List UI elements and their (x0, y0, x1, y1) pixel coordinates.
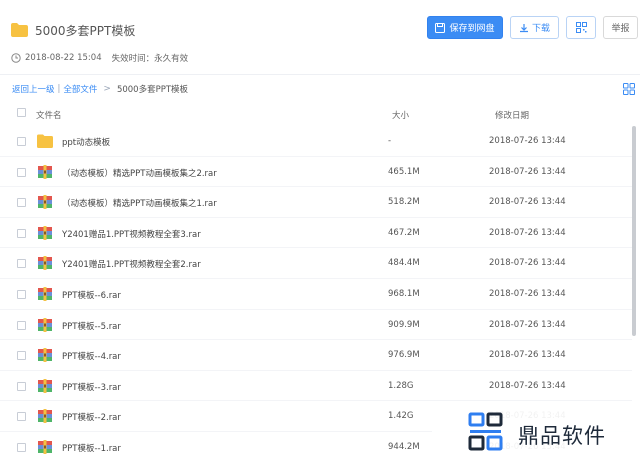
file-row[interactable]: Y2401赠品1.PPT视频教程全套3.rar 467.2M 2018-07-26 … (0, 218, 632, 249)
breadcrumb-current: 5000多套PPT模板 (116, 85, 189, 95)
share-title: 5000多套PPT模板 (35, 24, 136, 38)
row-checkbox[interactable] (17, 259, 26, 269)
rar-archive-icon (38, 225, 52, 240)
file-row[interactable]: PPT模板--6.rar 968.1M 2018-07-26 13:44 (0, 279, 632, 310)
row-checkbox[interactable] (17, 443, 26, 452)
file-modified-date: 2018-07-26 13:44 (489, 197, 566, 208)
file-modified-date: 2018-07-26 13:44 (489, 166, 566, 177)
breadcrumb: 返回上一级 | 全部文件 > 5000多套PPT模板 (12, 83, 188, 95)
file-name[interactable]: PPT模板--6.rar (62, 289, 121, 301)
file-size: 1.42G (388, 411, 414, 422)
download-icon (519, 23, 528, 32)
report-button[interactable]: 举报 (603, 16, 638, 39)
file-size: - (388, 136, 392, 146)
file-size: 484.4M (388, 258, 420, 269)
row-checkbox[interactable] (17, 412, 26, 422)
rar-archive-icon (38, 317, 52, 332)
file-name[interactable]: ppt动态模板 (62, 136, 110, 148)
row-checkbox[interactable] (17, 167, 26, 177)
file-size: 976.9M (388, 350, 420, 361)
file-table-header: 文件名 大小 修改日期 (0, 103, 640, 125)
file-row[interactable]: Y2401赠品1.PPT视频教程全套2.rar 484.4M 2018-07-26 … (0, 248, 632, 279)
save-icon (435, 22, 446, 33)
file-name[interactable]: Y2401赠品1.PPT视频教程全套3.rar (62, 228, 201, 240)
rar-archive-icon (38, 164, 52, 179)
folder-icon (37, 134, 53, 148)
clock-icon (11, 53, 21, 63)
all-files-link[interactable]: 全部文件 (63, 83, 97, 95)
file-modified-date: 2018-07-26 13:44 (489, 380, 566, 391)
watermark-logo-icon (468, 412, 503, 451)
file-modified-date: 2018-07-26 13:44 (489, 319, 566, 330)
row-checkbox[interactable] (17, 351, 26, 361)
folder-icon (11, 23, 28, 37)
file-modified-date: 2018-07-26 13:44 (489, 289, 566, 299)
rar-archive-icon (38, 287, 52, 301)
file-size: 909.9M (388, 319, 420, 330)
watermark-text: 鼎品软件 (518, 424, 606, 448)
select-all-checkbox[interactable] (17, 108, 26, 117)
rar-archive-icon (38, 440, 52, 454)
rar-archive-icon (38, 348, 52, 363)
file-name[interactable]: （动态模板）精选PPT动画模板集之1.rar (62, 197, 217, 209)
file-modified-date: 2018-07-26 13:44 (489, 258, 566, 269)
file-modified-date: 2018-07-26 13:44 (489, 350, 566, 361)
file-name[interactable]: Y2401赠品1.PPT视频教程全套2.rar (62, 258, 201, 270)
file-name[interactable]: PPT模板--1.rar (62, 442, 121, 454)
file-name[interactable]: PPT模板--2.rar (62, 411, 121, 423)
breadcrumb-arrow: > (103, 84, 111, 94)
watermark: 鼎品软件 (432, 402, 640, 462)
row-checkbox[interactable] (17, 381, 26, 391)
file-name[interactable]: PPT模板--4.rar (62, 350, 121, 362)
row-checkbox[interactable] (17, 137, 26, 146)
column-size-header[interactable]: 大小 (392, 109, 409, 121)
breadcrumb-separator: | (57, 84, 61, 94)
file-size: 968.1M (388, 289, 420, 299)
share-meta: 2018-08-22 15:04 失效时间：永久有效 (11, 52, 188, 64)
file-modified-date: 2018-07-26 13:44 (489, 227, 566, 238)
back-link[interactable]: 返回上一级 (12, 83, 55, 95)
download-button[interactable]: 下载 (510, 16, 559, 39)
file-size: 518.2M (388, 197, 420, 208)
share-date: 2018-08-22 15:04 (25, 53, 102, 63)
file-size: 944.2M (388, 442, 420, 452)
file-name[interactable]: （动态模板）精选PPT动画模板集之2.rar (62, 167, 217, 179)
rar-archive-icon (38, 195, 52, 210)
file-size: 467.2M (388, 227, 420, 238)
file-row[interactable]: PPT模板--5.rar 909.9M 2018-07-26 13:44 (0, 310, 632, 341)
file-row[interactable]: ppt动态模板 - 2018-07-26 13:44 (0, 126, 632, 157)
rar-archive-icon (38, 378, 52, 393)
file-name[interactable]: PPT模板--3.rar (62, 381, 121, 393)
scrollbar-thumb[interactable] (632, 126, 636, 336)
expiry-text: 失效时间：永久有效 (111, 54, 189, 64)
file-row[interactable]: PPT模板--4.rar 976.9M 2018-07-26 13:44 (0, 340, 632, 371)
share-header: 5000多套PPT模板 2018-08-22 15:04 失效时间：永久有效 保… (0, 0, 640, 72)
save-to-netdisk-button[interactable]: 保存到网盘 (427, 16, 503, 39)
qr-code-button[interactable] (566, 16, 596, 39)
file-row[interactable]: （动态模板）精选PPT动画模板集之1.rar 518.2M 2018-07-26 1… (0, 187, 632, 218)
grid-view-icon[interactable] (623, 83, 635, 95)
file-size: 1.28G (388, 380, 414, 391)
row-checkbox[interactable] (17, 320, 26, 330)
row-checkbox[interactable] (17, 290, 26, 299)
file-name[interactable]: PPT模板--5.rar (62, 320, 121, 332)
file-row[interactable]: PPT模板--3.rar 1.28G 2018-07-26 13:44 (0, 371, 632, 402)
download-label: 下载 (531, 24, 550, 34)
file-row[interactable]: （动态模板）精选PPT动画模板集之2.rar 465.1M 2018-07-26 1… (0, 157, 632, 188)
column-date-header[interactable]: 修改日期 (495, 109, 529, 121)
file-size: 465.1M (388, 166, 420, 177)
row-checkbox[interactable] (17, 198, 26, 208)
file-modified-date: 2018-07-26 13:44 (489, 136, 566, 146)
column-name-header[interactable]: 文件名 (36, 109, 62, 121)
row-checkbox[interactable] (17, 228, 26, 238)
qr-code-icon (575, 22, 587, 33)
rar-archive-icon (38, 409, 52, 424)
header-divider (0, 74, 640, 75)
save-label: 保存到网盘 (449, 24, 495, 34)
rar-archive-icon (38, 256, 52, 271)
